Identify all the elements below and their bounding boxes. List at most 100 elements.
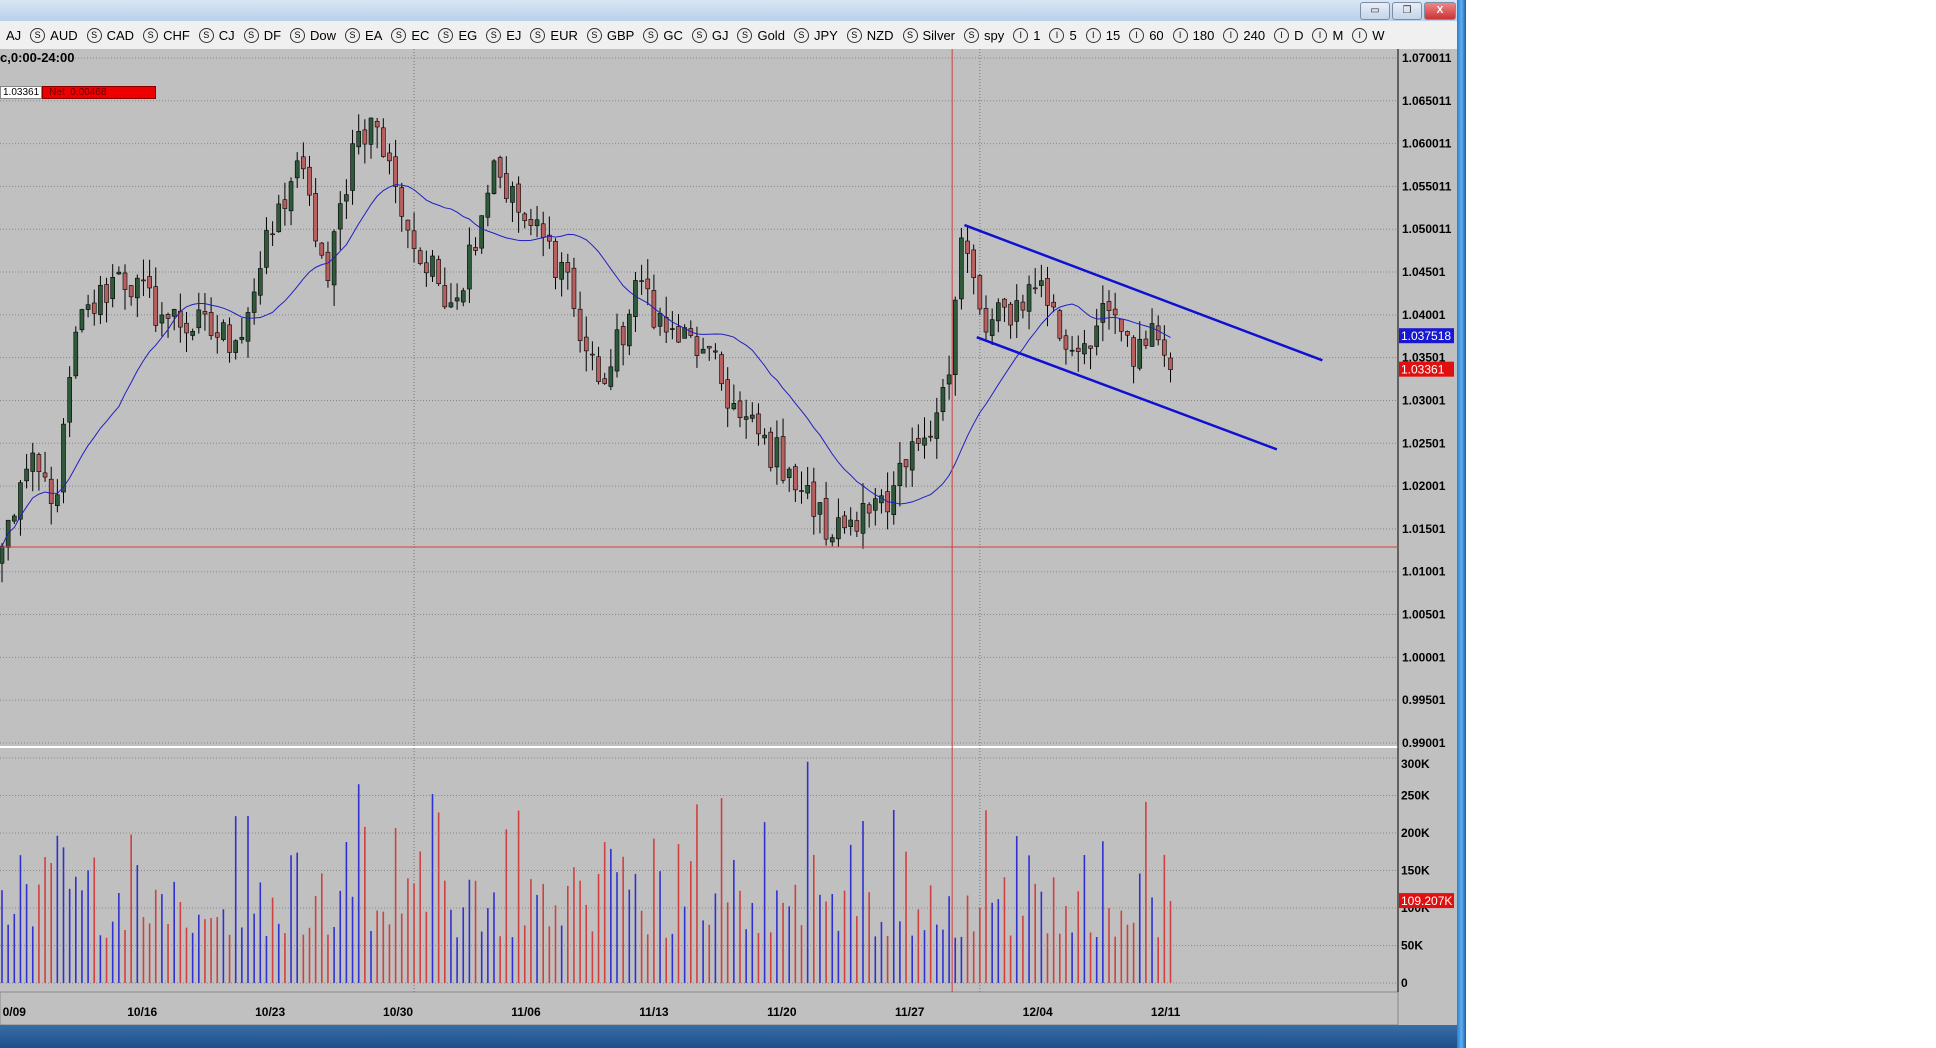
candle-body: [1131, 337, 1136, 367]
toolbar-item-label: EC: [411, 27, 430, 43]
price-chart[interactable]: 1.070011 1.065011 1.060011 1.055011 1.050011…: [0, 49, 1457, 1025]
candle-body: [282, 199, 288, 209]
candle-body: [872, 498, 878, 511]
candle-body: [516, 183, 521, 213]
toolbar-item-15[interactable]: I 15: [1085, 27, 1120, 43]
candle-body: [362, 129, 368, 145]
candle-body: [1082, 343, 1087, 355]
candle-body: [510, 186, 515, 203]
toolbar-item-label: W: [1372, 27, 1385, 43]
toolbar-item-nzd[interactable]: S NZD: [846, 27, 894, 43]
candle-body: [989, 319, 995, 336]
candle-body: [214, 332, 220, 338]
toolbar-item-60[interactable]: I 60: [1129, 27, 1164, 43]
date-axis: [0, 991, 1399, 1025]
toolbar-item-cj[interactable]: S CJ: [198, 27, 235, 43]
symbol-icon: S: [391, 27, 407, 43]
candle-body: [1026, 284, 1032, 312]
candle-body: [571, 267, 577, 309]
candle-body: [614, 329, 620, 372]
toolbar-item-w[interactable]: IW: [1352, 27, 1385, 43]
candle-body: [479, 215, 485, 249]
toolbar-item-df[interactable]: S DF: [243, 27, 281, 43]
candle-body: [1100, 303, 1106, 323]
toolbar-item-chf[interactable]: S CHF: [143, 27, 190, 43]
toolbar-item-240[interactable]: I 240: [1223, 27, 1266, 43]
window-border: [1457, 0, 1466, 1048]
symbol-icon: S: [793, 27, 809, 43]
toolbar-item-1[interactable]: I1: [1013, 27, 1040, 43]
candle-body: [251, 291, 257, 313]
candle-body: [749, 414, 755, 419]
toolbar-item-silver[interactable]: S Silver: [902, 27, 955, 43]
toolbar-item-ej[interactable]: S EJ: [486, 27, 521, 43]
toolbar-item-aud[interactable]: S AUD: [30, 27, 78, 43]
candle-body: [190, 330, 195, 336]
candle-body: [713, 350, 718, 353]
candle-body: [1088, 345, 1093, 349]
candle-body: [626, 313, 632, 347]
minimize-button[interactable]: ▭: [1360, 2, 1390, 20]
price-tick-label: 1.04501: [1402, 265, 1446, 279]
price-tick-label: 1.01501: [1402, 522, 1446, 536]
candle-body: [1075, 347, 1081, 352]
toolbar-item-d[interactable]: ID: [1274, 27, 1304, 43]
restore-button[interactable]: ❐: [1392, 2, 1422, 20]
last-price-tag: 1.03361: [1401, 363, 1445, 377]
candle-body: [337, 203, 343, 230]
toolbar-item-m[interactable]: IM: [1312, 27, 1343, 43]
symbol-icon: S: [345, 27, 361, 43]
symbol-icon: S: [586, 27, 602, 43]
candle-body: [528, 219, 534, 226]
candle-body: [1119, 318, 1124, 332]
volume-tick-label: 50K: [1401, 939, 1423, 953]
candle-body: [836, 517, 841, 540]
candle-body: [184, 322, 189, 334]
toolbar-item-label: D: [1294, 27, 1304, 43]
candle-body: [1112, 308, 1118, 316]
candle-body: [208, 312, 214, 336]
candle-body: [965, 240, 970, 254]
toolbar-item-jpy[interactable]: S JPY: [793, 27, 838, 43]
toolbar-item-ec[interactable]: S EC: [391, 27, 430, 43]
toolbar-item-gj[interactable]: S GJ: [691, 27, 728, 43]
candle-body: [405, 219, 411, 231]
candle-body: [460, 290, 466, 303]
candle-body: [387, 152, 392, 162]
close-button[interactable]: X: [1424, 2, 1456, 20]
candle-body: [903, 459, 909, 468]
toolbar-item-aj[interactable]: AJ: [6, 28, 21, 43]
toolbar-item-cad[interactable]: S CAD: [86, 27, 134, 43]
toolbar-item-spy[interactable]: Sspy: [964, 27, 1004, 43]
toolbar-item-ea[interactable]: S EA: [345, 27, 382, 43]
toolbar-item-gbp[interactable]: S GBP: [586, 27, 634, 43]
price-tick-label: 1.02001: [1402, 479, 1446, 493]
candle-body: [934, 412, 940, 439]
candle-body: [577, 308, 583, 341]
candle-body: [442, 285, 448, 308]
toolbar-item-180[interactable]: I 180: [1172, 27, 1214, 43]
candle-body: [829, 537, 835, 543]
symbol-icon: S: [438, 27, 454, 43]
candle-body: [368, 117, 374, 145]
interval-icon: I: [1013, 27, 1029, 43]
candle-body: [202, 311, 208, 315]
candle-body: [842, 515, 847, 529]
candle-body: [42, 472, 48, 478]
candle-body: [940, 387, 946, 413]
toolbar-item-gc[interactable]: S GC: [643, 27, 683, 43]
toolbar-item-eur[interactable]: S EUR: [530, 27, 578, 43]
toolbar-item-gold[interactable]: S Gold: [737, 27, 785, 43]
candle-body: [141, 279, 146, 282]
candle-body: [307, 166, 312, 196]
toolbar-item-5[interactable]: I5: [1049, 27, 1077, 43]
toolbar-item-dow[interactable]: S Dow: [290, 27, 336, 43]
candle-body: [1125, 331, 1130, 336]
toolbar-item-eg[interactable]: S EG: [438, 27, 477, 43]
candle-body: [473, 247, 478, 251]
last-value: 1.03361: [0, 86, 43, 99]
candle-body: [676, 326, 681, 343]
candle-body: [633, 280, 638, 317]
candle-body: [270, 233, 275, 236]
toolbar-item-label: 240: [1243, 27, 1266, 43]
